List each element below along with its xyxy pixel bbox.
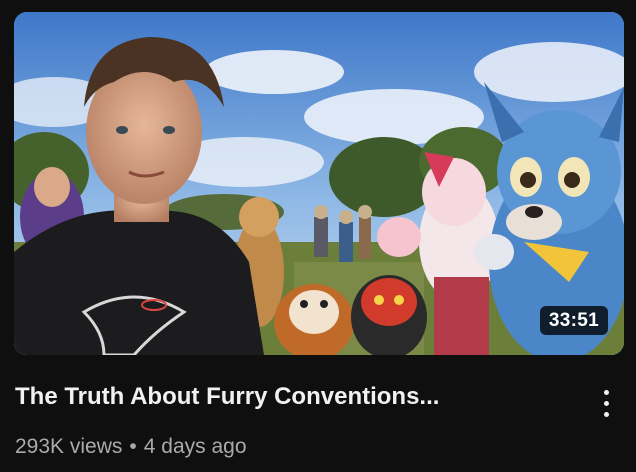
- more-vert-icon-dot-2: [603, 400, 609, 406]
- duration-badge: 33:51: [539, 306, 608, 335]
- video-thumbnail[interactable]: 33:51: [14, 12, 624, 355]
- video-title[interactable]: The Truth About Furry Conventions...: [15, 381, 555, 413]
- thumbnail-image: [14, 12, 624, 355]
- publish-date: 4 days ago: [143, 435, 247, 458]
- video-card[interactable]: 33:51 The Truth About Furry Conventions.…: [0, 0, 636, 472]
- more-options-button[interactable]: [588, 383, 624, 423]
- view-count: 293K views: [15, 435, 123, 458]
- more-vert-icon: [603, 389, 609, 395]
- more-vert-icon-dot-3: [603, 411, 609, 417]
- meta-separator: •: [129, 435, 137, 458]
- video-metadata: 293K views • 4 days ago: [15, 435, 247, 459]
